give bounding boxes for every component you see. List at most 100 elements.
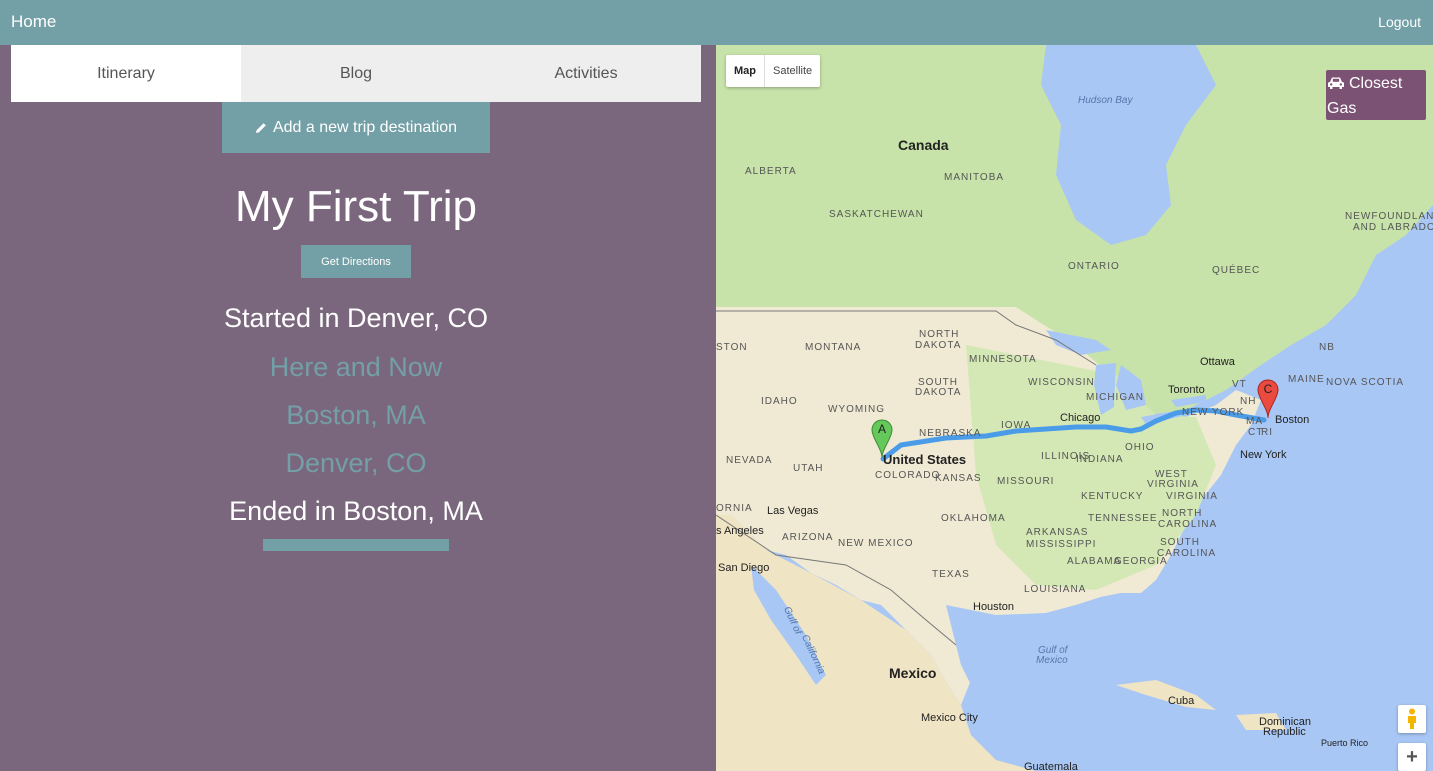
map-label-nevada: NEVADA [726,455,773,466]
trip-stop-3[interactable]: Denver, CO [0,448,712,479]
map-label-new-york-state: NEW YORK [1182,407,1245,418]
map-label-texas: TEXAS [932,569,970,580]
map-label-montana: MONTANA [805,342,862,353]
closest-gas-button[interactable]: Closest Gas [1326,70,1426,120]
map-label-manitoba: MANITOBA [944,172,1005,183]
map-label-new-york-city: New York [1240,449,1287,461]
map-label-hudson-bay: Hudson Bay [1078,95,1133,106]
map-label-arizona: ARIZONA [782,532,834,543]
map-label-vt: VT [1232,379,1247,390]
map-label-north-carolina-2: CAROLINA [1158,519,1218,530]
map-label-ornia: ORNIA [716,503,753,514]
trip-stop-1[interactable]: Here and Now [0,352,712,383]
map-terrain [716,45,1433,771]
marker-c[interactable]: C [1257,379,1279,424]
map-label-south-carolina-1: SOUTH [1160,537,1200,548]
tab-bar: Itinerary Blog Activities [11,45,701,102]
map-type-satellite-button[interactable]: Satellite [764,55,820,87]
add-destination-label: Add a new trip destination [272,118,458,136]
map-label-houston: Houston [973,601,1014,613]
map-label-minnesota: MINNESOTA [969,354,1037,365]
map-label-south-dakota-2: DAKOTA [915,387,962,398]
marker-a-label: A [877,422,886,436]
map-label-colorado: COLORADO [875,470,941,481]
map-label-las-vegas: Las Vegas [767,505,819,517]
map-label-canada: Canada [898,137,949,153]
map-label-north-dakota-1: NORTH [919,329,960,340]
map-label-gulf-of-mexico-2: Mexico [1036,655,1068,666]
marker-a[interactable]: A [871,419,893,464]
map-label-north-carolina-1: NORTH [1162,508,1203,519]
map-label-guatemala: Guatemala [1024,761,1078,771]
map-label-utah: UTAH [793,463,824,474]
map-label-mexico: Mexico [889,665,937,681]
map-label-ohio: OHIO [1125,442,1155,453]
map-label-newfoundland: NEWFOUNDLAND [1345,211,1433,222]
itinerary-panel: Itinerary Blog Activities Add a new trip… [0,45,716,771]
map-label-quebec: QUÉBEC [1212,265,1261,276]
map-label-new-mexico: NEW MEXICO [838,538,914,549]
map-label-puerto-rico: Puerto Rico [1321,738,1369,748]
trip-divider-bar [263,539,449,551]
map-view[interactable]: Hudson Bay Canada ALBERTA MANITOBA SASKA… [716,45,1433,771]
map-label-nh: NH [1240,396,1257,407]
map-label-michigan: MICHIGAN [1086,392,1144,403]
map-label-nb: NB [1319,342,1335,353]
trip-title: My First Trip [235,182,477,231]
map-label-west-virginia-2: VIRGINIA [1147,479,1199,490]
map-label-georgia: GEORGIA [1114,556,1168,567]
marker-c-label: C [1263,382,1273,396]
map-label-north-dakota-2: DAKOTA [915,340,962,351]
map-label-boston: Boston [1275,414,1310,426]
map-label-toronto: Toronto [1168,384,1205,396]
map-label-chicago: Chicago [1060,412,1101,424]
map-label-united-states: United States [883,452,967,467]
map-type-map-button[interactable]: Map [726,55,764,87]
street-view-pegman-icon[interactable] [1398,705,1426,733]
trip-stop-2[interactable]: Boston, MA [0,400,712,431]
map-type-control: Map Satellite [726,55,821,87]
map-label-arkansas: ARKANSAS [1026,527,1089,538]
map-label-dominican-republic-2: Republic [1263,726,1306,738]
tab-itinerary[interactable]: Itinerary [11,45,241,102]
map-label-los-angeles: s Angeles [716,525,764,537]
tab-blog[interactable]: Blog [241,45,471,102]
map-label-mexico-city: Mexico City [921,712,978,724]
map-label-oklahoma: OKLAHOMA [941,513,1006,524]
map-label-tennessee: TENNESSEE [1088,513,1158,524]
logout-link[interactable]: Logout [1378,14,1421,30]
add-destination-button[interactable]: Add a new trip destination [222,102,490,153]
map-label-wyoming: WYOMING [828,404,885,415]
car-icon [1327,74,1345,97]
home-link[interactable]: Home [11,12,56,32]
map-label-labrador: AND LABRADOR [1353,222,1433,233]
trip-end-text: Ended in Boston, MA [229,496,483,526]
top-navbar: Home Logout [0,0,1433,45]
map-label-missouri: MISSOURI [997,476,1055,487]
map-label-nebraska: NEBRASKA [919,428,982,439]
tab-activities[interactable]: Activities [471,45,701,102]
map-label-ston: STON [716,342,748,353]
zoom-in-icon[interactable]: + [1398,743,1426,771]
map-label-saskatchewan: SASKATCHEWAN [829,209,924,220]
map-label-iowa: IOWA [1001,420,1032,431]
map-label-kansas: KANSAS [935,473,982,484]
trip-start-text: Started in Denver, CO [223,303,489,333]
map-label-ottawa: Ottawa [1200,356,1235,368]
map-label-cuba: Cuba [1168,695,1195,707]
map-label-ri: RI [1261,427,1273,438]
map-label-virginia: VIRGINIA [1166,491,1218,502]
map-label-san-diego: San Diego [718,562,770,574]
pencil-icon [255,122,267,134]
map-label-nova-scotia: NOVA SCOTIA [1326,377,1405,388]
map-label-ontario: ONTARIO [1068,261,1120,272]
map-label-indiana: INDIANA [1076,454,1124,465]
map-label-louisiana: LOUISIANA [1024,584,1087,595]
get-directions-button[interactable]: Get Directions [301,245,411,278]
map-label-kentucky: KENTUCKY [1081,491,1144,502]
map-label-wisconsin: WISCONSIN [1028,377,1095,388]
map-label-idaho: IDAHO [761,396,798,407]
map-label-mississippi: MISSISSIPPI [1026,539,1097,550]
map-label-maine: MAINE [1288,374,1325,385]
map-label-alberta: ALBERTA [745,166,797,177]
